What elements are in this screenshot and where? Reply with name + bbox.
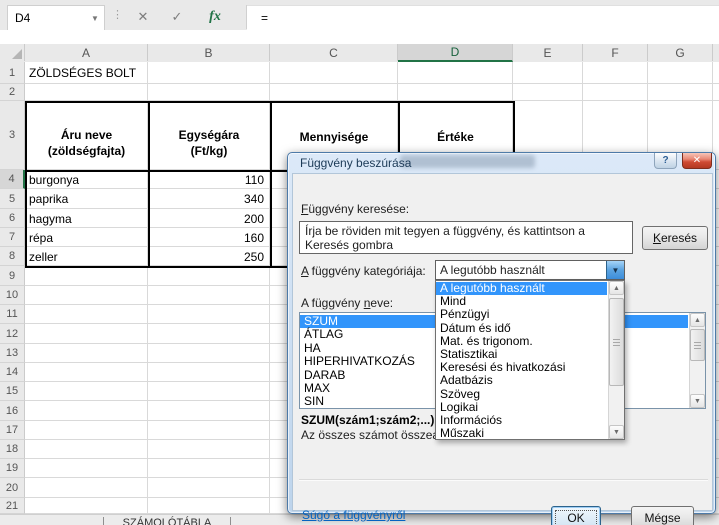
name-box-dropdown-icon[interactable]: ▼	[86, 14, 104, 23]
function-help-link[interactable]: Súgó a függvényről	[302, 508, 405, 522]
cell-item-name[interactable]: zeller	[29, 247, 144, 266]
row-header-17[interactable]: 17	[0, 421, 25, 440]
row-header-13[interactable]: 13	[0, 344, 25, 363]
cell-item-name[interactable]: paprika	[29, 189, 144, 209]
row-header-7[interactable]: 7	[0, 228, 25, 247]
separator	[299, 479, 708, 481]
dialog-body: Függvény keresése: Írja be röviden mit t…	[292, 173, 713, 511]
formula-bar: D4 ▼ ⋮ ✕ ✓ fx =	[0, 0, 719, 40]
function-list-scrollbar[interactable]: ▲ ▼	[689, 313, 705, 408]
row-header-18[interactable]: 18	[0, 440, 25, 459]
sheet-tab-szamolotabla[interactable]: SZÁMOLÓTÁBLA	[104, 517, 230, 525]
function-search-input[interactable]: Írja be röviden mit tegyen a függvény, é…	[299, 221, 633, 254]
spacer	[0, 30, 719, 44]
row-header-3[interactable]: 3	[0, 101, 25, 170]
row-header-9[interactable]: 9	[0, 266, 25, 286]
table-border	[270, 101, 272, 266]
name-box-value: D4	[8, 11, 86, 25]
category-option[interactable]: Mat. és trigonom.	[436, 335, 607, 348]
search-function-label: Függvény keresése:	[301, 202, 409, 216]
row-header-6[interactable]: 6	[0, 209, 25, 228]
category-dropdown-list[interactable]: A legutóbb használtMindPénzügyiDátum és …	[435, 280, 625, 440]
category-option[interactable]: Pénzügyi	[436, 308, 607, 321]
row-header-11[interactable]: 11	[0, 305, 25, 324]
search-button[interactable]: Keresés	[642, 226, 708, 250]
cell-item-price[interactable]: 200	[150, 209, 264, 228]
column-header-B[interactable]: B	[148, 44, 270, 61]
excel-window: D4 ▼ ⋮ ✕ ✓ fx = ABCDEFG 1234567891011121…	[0, 0, 719, 525]
scroll-down-icon[interactable]: ▼	[690, 394, 705, 408]
row-header-5[interactable]: 5	[0, 189, 25, 209]
function-signature: SZUM(szám1;szám2;...)	[301, 413, 434, 427]
cell-a3-header[interactable]: Áru neve (zöldségfajta)	[27, 115, 146, 170]
cell-item-name[interactable]: hagyma	[29, 209, 144, 228]
scrollbar-thumb[interactable]	[609, 298, 624, 386]
select-all-corner[interactable]	[0, 44, 25, 61]
cell-item-price[interactable]: 160	[150, 228, 264, 247]
enter-entry-button[interactable]: ✓	[162, 5, 192, 29]
column-header-E[interactable]: E	[513, 44, 583, 61]
column-header-G[interactable]: G	[648, 44, 713, 61]
column-header-F[interactable]: F	[583, 44, 648, 61]
row-header-15[interactable]: 15	[0, 382, 25, 401]
category-items: A legutóbb használtMindPénzügyiDátum és …	[436, 282, 607, 440]
scroll-up-icon[interactable]: ▲	[609, 281, 624, 295]
category-label: A függvény kategóriája:	[301, 264, 426, 278]
column-header-A[interactable]: A	[25, 44, 148, 61]
name-box[interactable]: D4 ▼	[7, 5, 105, 31]
blurred-region	[400, 155, 535, 168]
column-header-C[interactable]: C	[270, 44, 398, 61]
row-header-8[interactable]: 8	[0, 247, 25, 266]
row-header-14[interactable]: 14	[0, 363, 25, 382]
row-header-20[interactable]: 20	[0, 478, 25, 498]
category-combobox[interactable]: A legutóbb használt ▼	[435, 260, 625, 280]
function-description: Az összes számot összea	[301, 428, 439, 442]
category-option[interactable]: Adatbázis	[436, 374, 607, 387]
category-value: A legutóbb használt	[436, 263, 606, 277]
cancel-entry-button[interactable]: ✕	[128, 5, 158, 29]
help-button[interactable]: ?	[654, 153, 677, 169]
dropdown-scrollbar[interactable]: ▲ ▼	[608, 281, 624, 439]
insert-function-dialog: Függvény beszúrása ? ✕ Függvény keresése…	[287, 152, 716, 514]
row-header-16[interactable]: 16	[0, 401, 25, 421]
cell-item-price[interactable]: 250	[150, 247, 264, 266]
table-border	[25, 101, 513, 103]
column-header-D[interactable]: D	[398, 44, 513, 62]
cell-item-name[interactable]: burgonya	[29, 170, 144, 189]
ok-button[interactable]: OK	[551, 506, 601, 525]
category-option[interactable]: Dátum és idő	[436, 322, 607, 335]
cancel-dialog-button[interactable]: Mégse	[631, 506, 694, 525]
formula-input[interactable]: =	[247, 5, 719, 30]
cell-item-name[interactable]: répa	[29, 228, 144, 247]
tab-divider	[230, 517, 231, 525]
insert-function-icon[interactable]: fx	[200, 5, 230, 29]
category-option[interactable]: Műszaki	[436, 427, 607, 440]
chevron-down-icon[interactable]: ▼	[606, 261, 624, 279]
select-all-triangle-icon	[12, 49, 22, 59]
function-name-label: A függvény neve:	[301, 296, 393, 310]
dialog-title: Függvény beszúrása	[300, 156, 411, 170]
cell-a1[interactable]: ZÖLDSÉGES BOLT	[29, 62, 229, 84]
row-header-12[interactable]: 12	[0, 324, 25, 344]
column-headers: ABCDEFG	[0, 44, 719, 63]
row-header-2[interactable]: 2	[0, 84, 25, 101]
cell-item-price[interactable]: 340	[150, 189, 264, 209]
table-border	[25, 101, 27, 266]
row-header-19[interactable]: 19	[0, 459, 25, 478]
cell-b3-header[interactable]: Egységára (Ft/kg)	[150, 115, 268, 170]
close-button[interactable]: ✕	[682, 153, 712, 169]
row-header-10[interactable]: 10	[0, 286, 25, 305]
formula-bar-grip: ⋮	[112, 8, 123, 21]
scrollbar-thumb[interactable]	[690, 329, 705, 361]
cell-item-price[interactable]: 110	[150, 170, 264, 189]
row-header-4[interactable]: 4	[0, 170, 25, 189]
category-option[interactable]: Logikai	[436, 401, 607, 414]
row-header-21[interactable]: 21	[0, 498, 25, 514]
scroll-up-icon[interactable]: ▲	[690, 313, 705, 327]
table-border	[148, 101, 150, 266]
scroll-down-icon[interactable]: ▼	[609, 425, 624, 439]
row-header-1[interactable]: 1	[0, 62, 25, 84]
category-option[interactable]: Szöveg	[436, 388, 607, 401]
